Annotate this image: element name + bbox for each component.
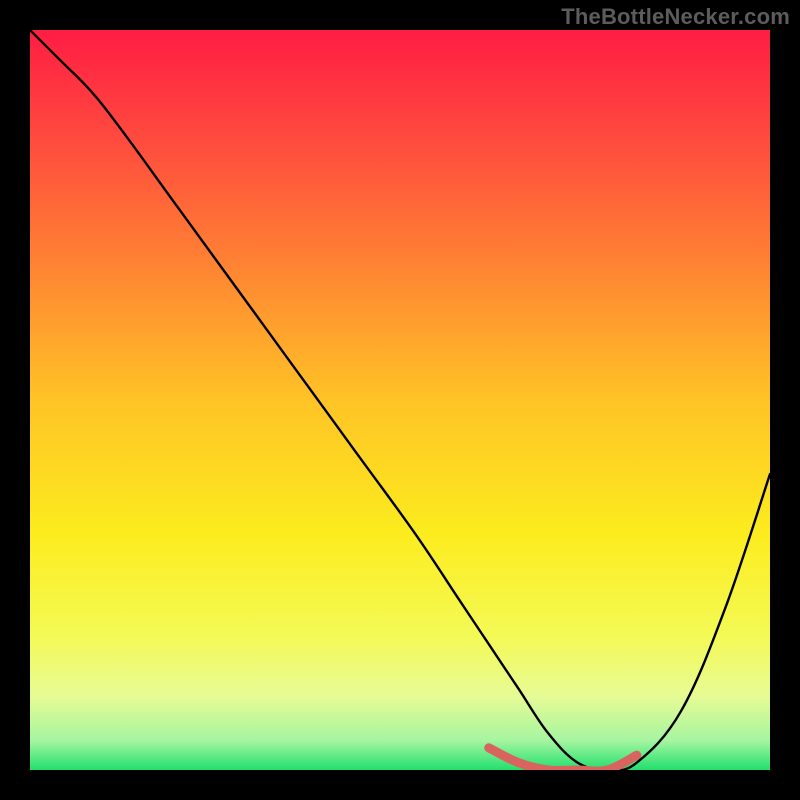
chart-svg [30,30,770,770]
chart-frame: TheBottleNecker.com [0,0,800,800]
watermark-text: TheBottleNecker.com [561,4,790,30]
plot-area [30,30,770,770]
gradient-background [30,30,770,770]
